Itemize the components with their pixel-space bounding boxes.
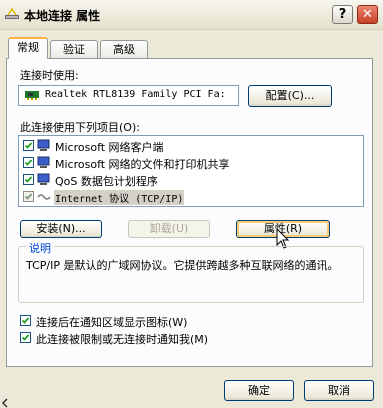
- properties-dialog: 本地连接 属性 ? ✕ 常规 验证 高级 连接时使用: Realtek RTL8…: [0, 0, 383, 408]
- connect-using-label: 连接时使用:: [20, 69, 79, 82]
- item-label: Microsoft 网络的文件和打印机共享: [55, 158, 230, 171]
- notify-label: 此连接被限制或无连接时通知我(M): [36, 333, 209, 346]
- item-checkbox[interactable]: [23, 140, 34, 151]
- adapter-name: Realtek RTL8139 Family PCI Fa:: [45, 89, 226, 100]
- item-checkbox[interactable]: [23, 157, 34, 168]
- install-button[interactable]: 安装(N)...: [20, 220, 102, 238]
- scroll-left-icon[interactable]: [1, 398, 9, 408]
- window-title: 本地连接 属性: [24, 9, 101, 23]
- title-bar: 本地连接 属性 ? ✕: [0, 0, 383, 30]
- close-button[interactable]: ✕: [357, 5, 378, 24]
- component-list[interactable]: Microsoft 网络客户端 Microsoft 网络的文件和打印机共享 Qo…: [18, 135, 364, 207]
- item-label: QoS 数据包计划程序: [55, 175, 158, 188]
- item-checkbox[interactable]: [23, 191, 34, 202]
- notify-option[interactable]: 此连接被限制或无连接时通知我(M): [18, 330, 358, 346]
- show-icon-checkbox[interactable]: [20, 315, 31, 326]
- show-icon-label: 连接后在通知区域显示图标(W): [36, 316, 188, 329]
- tab-general[interactable]: 常规: [8, 37, 48, 59]
- configure-button[interactable]: 配置(C)...: [248, 85, 332, 107]
- item-label: Microsoft 网络客户端: [55, 141, 164, 154]
- network-adapter-icon: [25, 91, 39, 100]
- adapter-field: Realtek RTL8139 Family PCI Fa:: [18, 85, 239, 106]
- cancel-button[interactable]: 取消: [304, 380, 374, 401]
- network-connection-icon: [5, 7, 19, 19]
- description-text: TCP/IP 是默认的广域网协议。它提供跨越多种互联网络的通讯。: [26, 259, 339, 272]
- description-group: [18, 246, 364, 303]
- description-title: 说明: [26, 240, 54, 256]
- list-item[interactable]: Microsoft 网络的文件和打印机共享: [19, 155, 363, 171]
- file-printer-sharing-icon: [37, 156, 50, 168]
- item-label: Internet 协议 (TCP/IP): [54, 190, 185, 205]
- items-label: 此连接使用下列项目(O):: [20, 121, 140, 134]
- tcpip-protocol-icon: [37, 194, 51, 200]
- item-checkbox[interactable]: [23, 174, 34, 185]
- uninstall-button[interactable]: 卸载(U): [128, 220, 210, 238]
- list-item[interactable]: QoS 数据包计划程序: [19, 172, 363, 188]
- tab-authentication[interactable]: 验证: [50, 40, 98, 58]
- list-item[interactable]: Microsoft 网络客户端: [19, 138, 363, 154]
- ok-button[interactable]: 确定: [224, 380, 294, 401]
- tab-advanced[interactable]: 高级: [100, 40, 148, 58]
- qos-scheduler-icon: [37, 173, 50, 185]
- notify-checkbox[interactable]: [20, 332, 31, 343]
- network-client-icon: [37, 139, 50, 151]
- list-item-selected[interactable]: Internet 协议 (TCP/IP): [19, 189, 363, 205]
- show-icon-option[interactable]: 连接后在通知区域显示图标(W): [18, 313, 358, 329]
- help-button[interactable]: ?: [332, 5, 353, 24]
